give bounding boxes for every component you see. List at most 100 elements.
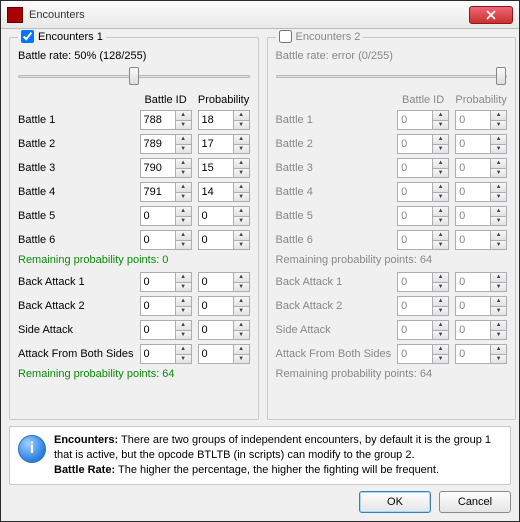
spin-down-icon[interactable]: ▼: [490, 354, 506, 364]
spin-up-icon[interactable]: ▲: [432, 321, 448, 330]
extra1-id-1[interactable]: ▲▼: [140, 296, 192, 316]
spin-up-icon[interactable]: ▲: [175, 297, 191, 306]
battle1-prob-0-input[interactable]: [199, 111, 233, 129]
battle1-id-4[interactable]: ▲▼: [140, 206, 192, 226]
spin-down-icon[interactable]: ▼: [490, 144, 506, 154]
spin-down-icon[interactable]: ▼: [432, 144, 448, 154]
battle1-prob-5-input[interactable]: [199, 231, 233, 249]
extra1-prob-2[interactable]: ▲▼: [198, 320, 250, 340]
spin-down-icon[interactable]: ▼: [175, 120, 191, 130]
spin-down-icon[interactable]: ▼: [233, 282, 249, 292]
spin-up-icon[interactable]: ▲: [490, 321, 506, 330]
battle2-id-5-input[interactable]: [398, 231, 432, 249]
extra2-id-1[interactable]: ▲▼: [397, 296, 449, 316]
extra1-prob-1[interactable]: ▲▼: [198, 296, 250, 316]
spin-up-icon[interactable]: ▲: [490, 111, 506, 120]
spin-up-icon[interactable]: ▲: [233, 111, 249, 120]
spin-down-icon[interactable]: ▼: [233, 168, 249, 178]
slider-thumb[interactable]: [129, 67, 139, 85]
extra1-prob-2-input[interactable]: [199, 321, 233, 339]
battle2-prob-2-input[interactable]: [456, 159, 490, 177]
spin-up-icon[interactable]: ▲: [233, 273, 249, 282]
battle1-id-1[interactable]: ▲▼: [140, 134, 192, 154]
spin-down-icon[interactable]: ▼: [432, 216, 448, 226]
battle1-id-0[interactable]: ▲▼: [140, 110, 192, 130]
extra2-id-3[interactable]: ▲▼: [397, 344, 449, 364]
extra1-id-2[interactable]: ▲▼: [140, 320, 192, 340]
spin-up-icon[interactable]: ▲: [233, 321, 249, 330]
spin-down-icon[interactable]: ▼: [432, 330, 448, 340]
spin-down-icon[interactable]: ▼: [432, 306, 448, 316]
extra2-prob-1-input[interactable]: [456, 297, 490, 315]
battle1-prob-2[interactable]: ▲▼: [198, 158, 250, 178]
extra2-prob-3[interactable]: ▲▼: [455, 344, 507, 364]
extra2-prob-0-input[interactable]: [456, 273, 490, 291]
extra1-id-2-input[interactable]: [141, 321, 175, 339]
battle1-id-3-input[interactable]: [141, 183, 175, 201]
extra2-id-2[interactable]: ▲▼: [397, 320, 449, 340]
battle2-prob-0-input[interactable]: [456, 111, 490, 129]
battle2-prob-4-input[interactable]: [456, 207, 490, 225]
spin-up-icon[interactable]: ▲: [490, 183, 506, 192]
spin-down-icon[interactable]: ▼: [175, 306, 191, 316]
extra1-id-1-input[interactable]: [141, 297, 175, 315]
spin-down-icon[interactable]: ▼: [233, 330, 249, 340]
battle2-prob-2[interactable]: ▲▼: [455, 158, 507, 178]
battle2-id-1-input[interactable]: [398, 135, 432, 153]
spin-down-icon[interactable]: ▼: [490, 282, 506, 292]
extra2-prob-0[interactable]: ▲▼: [455, 272, 507, 292]
spin-up-icon[interactable]: ▲: [490, 345, 506, 354]
extra1-prob-0[interactable]: ▲▼: [198, 272, 250, 292]
battle1-id-2[interactable]: ▲▼: [140, 158, 192, 178]
battle1-id-0-input[interactable]: [141, 111, 175, 129]
extra1-id-3-input[interactable]: [141, 345, 175, 363]
spin-down-icon[interactable]: ▼: [233, 216, 249, 226]
extra1-prob-1-input[interactable]: [199, 297, 233, 315]
spin-up-icon[interactable]: ▲: [432, 297, 448, 306]
spin-down-icon[interactable]: ▼: [233, 306, 249, 316]
extra2-prob-1[interactable]: ▲▼: [455, 296, 507, 316]
extra1-prob-3-input[interactable]: [199, 345, 233, 363]
battle2-id-1[interactable]: ▲▼: [397, 134, 449, 154]
spin-up-icon[interactable]: ▲: [175, 159, 191, 168]
battle1-id-3[interactable]: ▲▼: [140, 182, 192, 202]
battle2-id-2-input[interactable]: [398, 159, 432, 177]
slider-thumb[interactable]: [496, 67, 506, 85]
battle2-prob-0[interactable]: ▲▼: [455, 110, 507, 130]
spin-down-icon[interactable]: ▼: [432, 282, 448, 292]
battle1-id-2-input[interactable]: [141, 159, 175, 177]
battle-rate-2-slider[interactable]: [276, 64, 508, 88]
extra1-id-0-input[interactable]: [141, 273, 175, 291]
battle2-id-3-input[interactable]: [398, 183, 432, 201]
spin-up-icon[interactable]: ▲: [490, 297, 506, 306]
spin-up-icon[interactable]: ▲: [490, 159, 506, 168]
battle2-id-5[interactable]: ▲▼: [397, 230, 449, 250]
spin-up-icon[interactable]: ▲: [175, 273, 191, 282]
encounters-1-checkbox[interactable]: [21, 30, 34, 43]
spin-down-icon[interactable]: ▼: [175, 216, 191, 226]
extra2-prob-2-input[interactable]: [456, 321, 490, 339]
battle2-id-2[interactable]: ▲▼: [397, 158, 449, 178]
battle2-prob-1[interactable]: ▲▼: [455, 134, 507, 154]
battle2-prob-3[interactable]: ▲▼: [455, 182, 507, 202]
extra2-id-0[interactable]: ▲▼: [397, 272, 449, 292]
extra2-id-3-input[interactable]: [398, 345, 432, 363]
extra1-id-3[interactable]: ▲▼: [140, 344, 192, 364]
battle2-id-4-input[interactable]: [398, 207, 432, 225]
spin-down-icon[interactable]: ▼: [233, 192, 249, 202]
battle2-id-4[interactable]: ▲▼: [397, 206, 449, 226]
battle-rate-1-slider[interactable]: [18, 64, 250, 88]
spin-down-icon[interactable]: ▼: [233, 354, 249, 364]
battle1-id-5[interactable]: ▲▼: [140, 230, 192, 250]
spin-up-icon[interactable]: ▲: [233, 135, 249, 144]
battle1-prob-0[interactable]: ▲▼: [198, 110, 250, 130]
battle1-prob-4-input[interactable]: [199, 207, 233, 225]
spin-up-icon[interactable]: ▲: [432, 207, 448, 216]
extra1-prob-0-input[interactable]: [199, 273, 233, 291]
spin-down-icon[interactable]: ▼: [175, 144, 191, 154]
spin-up-icon[interactable]: ▲: [233, 231, 249, 240]
spin-down-icon[interactable]: ▼: [490, 216, 506, 226]
extra2-id-1-input[interactable]: [398, 297, 432, 315]
ok-button[interactable]: OK: [359, 491, 431, 513]
battle1-prob-3-input[interactable]: [199, 183, 233, 201]
